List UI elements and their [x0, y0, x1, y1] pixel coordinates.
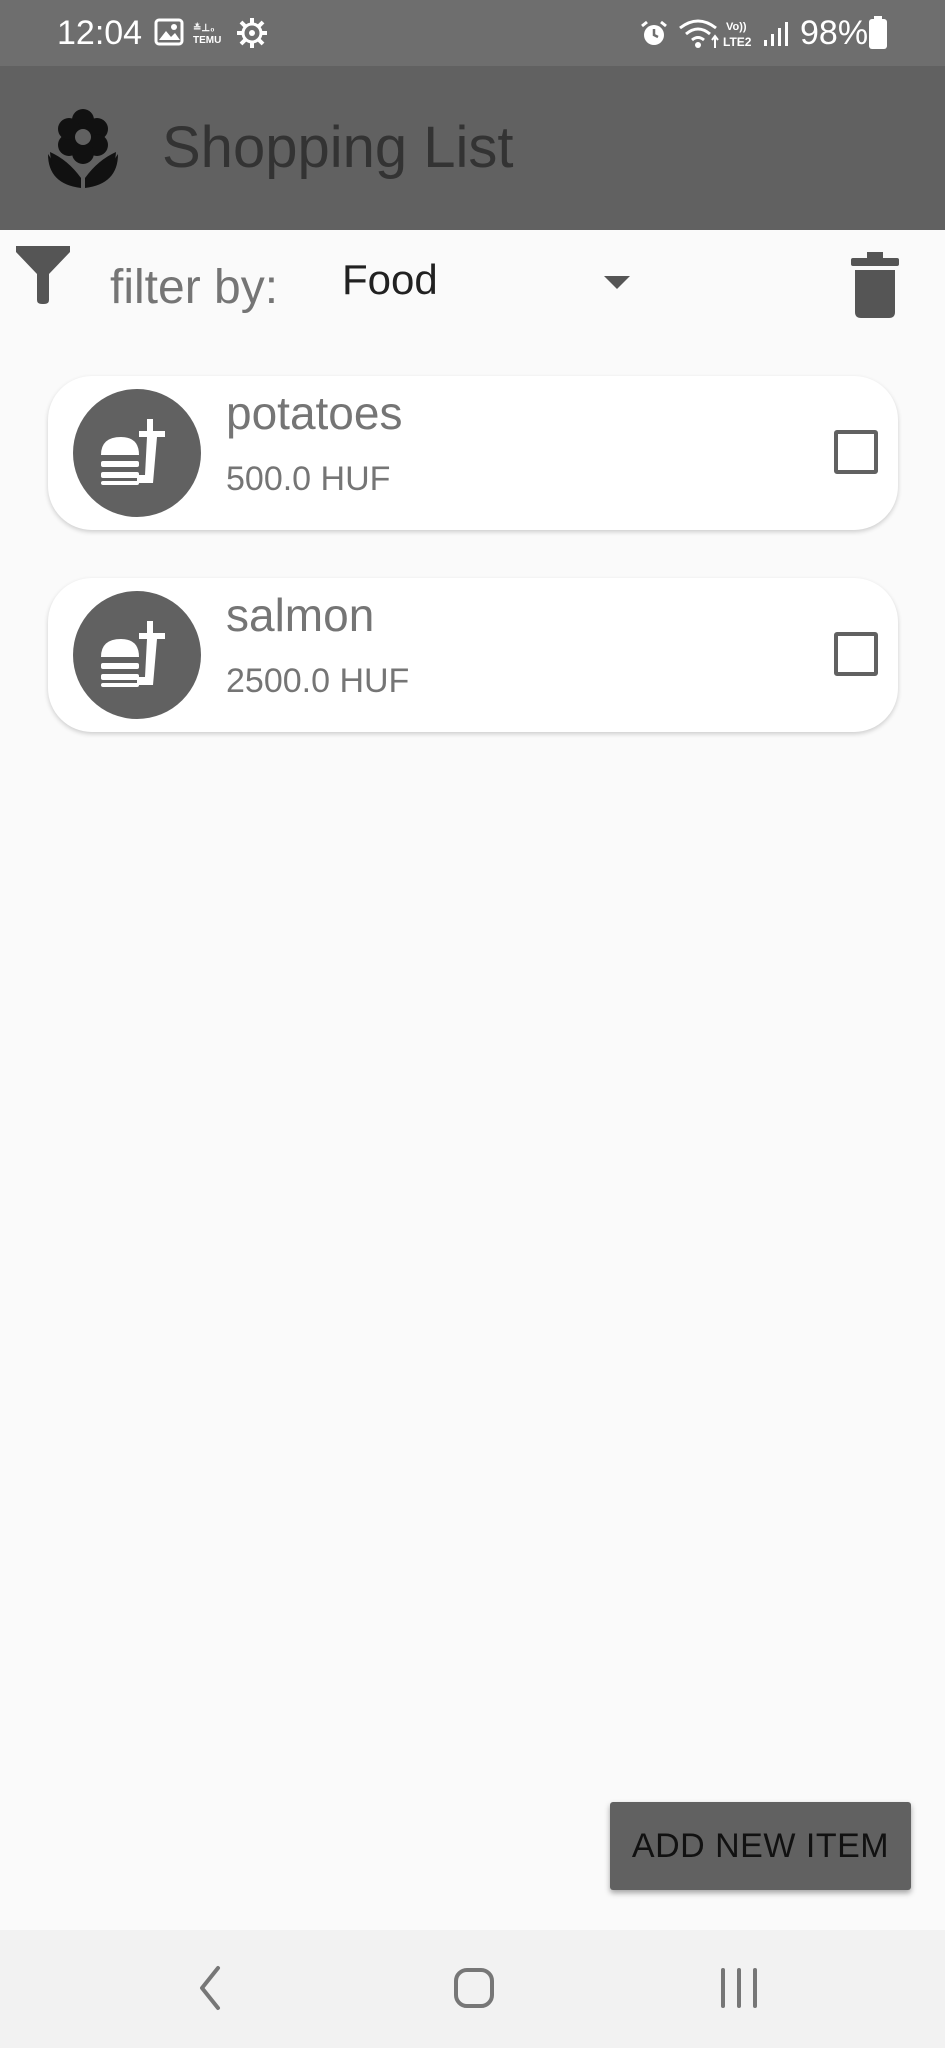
- home-icon[interactable]: [434, 1958, 514, 2018]
- app-bar: Shopping List: [0, 66, 945, 230]
- fastfood-icon: [101, 621, 165, 687]
- filter-selected-value: Food: [342, 256, 438, 303]
- page-title: Shopping List: [162, 115, 514, 180]
- svg-text:≛⊥₀: ≛⊥₀: [193, 21, 215, 34]
- temu-icon: ≛⊥₀ TEMU: [192, 20, 228, 51]
- svg-text:LTE2: LTE2: [723, 35, 752, 49]
- signal-icon: [762, 20, 792, 53]
- back-icon[interactable]: [170, 1958, 250, 2018]
- filter-bar: filter by: Food: [0, 230, 945, 330]
- item-checkbox[interactable]: [834, 430, 878, 474]
- item-name: potatoes: [226, 387, 403, 439]
- trash-icon[interactable]: [850, 252, 900, 323]
- shopping-item-list: potatoes 500.0 HUF salmon 2500.0 HUF: [48, 376, 898, 780]
- filter-category-dropdown[interactable]: Food: [342, 256, 642, 316]
- volte-icon: Vo)) LTE2: [722, 18, 758, 55]
- item-price: 500.0 HUF: [226, 460, 391, 498]
- list-item[interactable]: potatoes 500.0 HUF: [48, 376, 898, 530]
- settings-gear-icon: [236, 17, 268, 54]
- svg-text:TEMU: TEMU: [193, 35, 221, 46]
- recents-icon[interactable]: [699, 1958, 779, 2018]
- image-icon: [154, 18, 184, 51]
- item-avatar: [73, 591, 201, 719]
- item-checkbox[interactable]: [834, 632, 878, 676]
- status-bar: 12:04 ≛⊥₀ TEMU Vo)) LTE2 98%: [0, 0, 945, 66]
- status-time: 12:04: [57, 14, 143, 52]
- add-new-item-button[interactable]: ADD NEW ITEM: [610, 1802, 911, 1890]
- system-nav-bar: [0, 1930, 945, 2048]
- filter-icon[interactable]: [14, 244, 72, 309]
- fastfood-icon: [101, 419, 165, 485]
- list-item[interactable]: salmon 2500.0 HUF: [48, 578, 898, 732]
- wifi-icon: [678, 18, 722, 55]
- filter-label: filter by:: [110, 261, 279, 314]
- alarm-icon: [640, 20, 668, 53]
- item-avatar: [73, 389, 201, 517]
- item-name: salmon: [226, 589, 375, 641]
- flower-icon: [48, 108, 118, 193]
- svg-text:Vo)): Vo)): [726, 21, 747, 33]
- dropdown-arrow-icon: [604, 276, 630, 289]
- battery-icon: [868, 16, 888, 55]
- battery-percent: 98%: [800, 14, 869, 52]
- item-price: 2500.0 HUF: [226, 662, 410, 700]
